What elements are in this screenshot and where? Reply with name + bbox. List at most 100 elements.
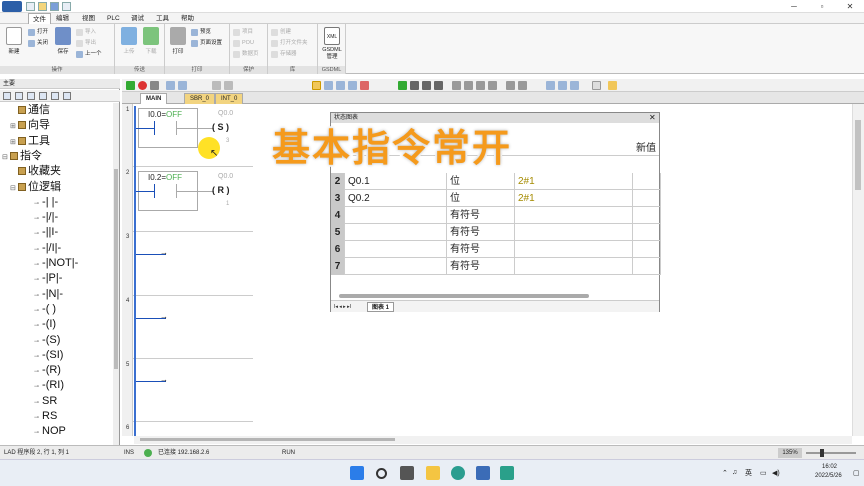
status-table-hscrollbar[interactable] bbox=[339, 294, 589, 298]
maximize-button[interactable]: ▫ bbox=[808, 0, 836, 13]
branch-icon-4[interactable] bbox=[488, 81, 497, 90]
write-icon[interactable] bbox=[348, 81, 357, 90]
save-quick-icon[interactable] bbox=[50, 2, 59, 11]
tree-item[interactable]: ⊸ SR bbox=[26, 394, 57, 409]
tree-item[interactable]: 收藏夹 bbox=[10, 164, 61, 179]
step7-app-icon[interactable] bbox=[476, 466, 490, 480]
tab-main[interactable]: MAIN bbox=[140, 93, 168, 104]
clock-date[interactable]: 2022/5/26 bbox=[815, 473, 842, 479]
download-button[interactable]: 下载 bbox=[140, 27, 162, 55]
tree-expander-icon[interactable]: ⊞ bbox=[10, 135, 18, 150]
tree-item[interactable]: ⊸ -( ) bbox=[26, 302, 56, 317]
download-toolbar-icon[interactable] bbox=[178, 81, 187, 90]
new-quick-icon[interactable] bbox=[26, 2, 35, 11]
sheet-tab-chart1[interactable]: 图表 1 bbox=[367, 302, 395, 312]
new-button[interactable]: 新建 bbox=[3, 27, 25, 55]
new-value-cell[interactable] bbox=[633, 224, 661, 241]
tree-tool-icon-1[interactable] bbox=[3, 92, 11, 100]
insert-icon[interactable] bbox=[212, 81, 221, 90]
tree-tool-icon-3[interactable] bbox=[27, 92, 35, 100]
tree-item[interactable]: ⊸ -(SI) bbox=[26, 348, 63, 363]
tree-item[interactable]: ⊸ -(RI) bbox=[26, 378, 64, 393]
tray-chevron-icon[interactable]: ⌃ bbox=[722, 469, 728, 477]
tree-expander-icon[interactable]: ⊟ bbox=[10, 181, 18, 196]
box-insert-icon[interactable] bbox=[434, 81, 443, 90]
protect-datapage-button[interactable]: 数据页 bbox=[233, 50, 259, 59]
tree-item[interactable]: ⊸ -|P|- bbox=[26, 271, 62, 286]
new-value-cell[interactable] bbox=[633, 173, 661, 190]
network2-coil[interactable]: ( R ) bbox=[212, 185, 230, 195]
compile-icon[interactable] bbox=[150, 81, 159, 90]
menu-view[interactable]: 视图 bbox=[78, 13, 99, 24]
table-row[interactable]: 2 Q0.1 位 2#1 bbox=[331, 173, 661, 190]
tree-expander-icon[interactable]: ⊟ bbox=[2, 150, 10, 165]
branch-icon-2[interactable] bbox=[464, 81, 473, 90]
tree-tool-icon-2[interactable] bbox=[15, 92, 23, 100]
calculator-icon[interactable] bbox=[500, 466, 514, 480]
new-value-cell[interactable] bbox=[633, 241, 661, 258]
print-button[interactable]: 打印 bbox=[167, 27, 189, 55]
app-logo-icon[interactable] bbox=[2, 1, 22, 12]
clock-time[interactable]: 16:02 bbox=[822, 464, 837, 470]
page-setup-button[interactable]: 页面设置 bbox=[191, 39, 222, 48]
upload-button[interactable]: 上传 bbox=[118, 27, 140, 55]
tree-item[interactable]: ⊸ -|NOT|- bbox=[26, 256, 78, 271]
export-button[interactable]: 导出 bbox=[76, 39, 96, 48]
comment-icon[interactable] bbox=[570, 81, 579, 90]
tree-item[interactable]: ⊸ -||I- bbox=[26, 225, 58, 240]
bookmark-icon[interactable] bbox=[608, 81, 617, 90]
tree-item[interactable]: ⊸ -|/I|- bbox=[26, 241, 61, 256]
menu-file[interactable]: 文件 bbox=[28, 13, 51, 24]
delete-icon[interactable] bbox=[224, 81, 233, 90]
editor-hscroll-thumb[interactable] bbox=[140, 438, 395, 441]
tree-item[interactable]: ⊟ 位逻辑 bbox=[10, 180, 61, 195]
tree-item[interactable]: ⊞ 工具 bbox=[10, 134, 50, 149]
zoom-slider[interactable] bbox=[806, 452, 856, 454]
library-create-button[interactable]: 创建 bbox=[271, 28, 291, 37]
zoom-slider-thumb[interactable] bbox=[820, 449, 824, 457]
tree-item[interactable]: ⊸ NOP bbox=[26, 424, 66, 439]
go-icon[interactable] bbox=[398, 81, 407, 90]
symbol-icon[interactable] bbox=[558, 81, 567, 90]
close-icon[interactable]: ✕ bbox=[649, 113, 656, 123]
tree-scroll-thumb[interactable] bbox=[114, 169, 118, 369]
file-explorer-icon[interactable] bbox=[426, 466, 440, 480]
table-row[interactable]: 7 有符号 bbox=[331, 258, 661, 275]
open-button[interactable]: 打开 bbox=[28, 28, 48, 37]
edge-browser-icon[interactable] bbox=[451, 466, 465, 480]
stop-icon[interactable] bbox=[138, 81, 147, 90]
close-window-button[interactable]: ✕ bbox=[836, 0, 864, 13]
new-value-cell[interactable] bbox=[633, 190, 661, 207]
input-language[interactable]: 英 bbox=[745, 468, 752, 478]
pause-monitor-icon[interactable] bbox=[324, 81, 333, 90]
start-menu-icon[interactable] bbox=[350, 466, 364, 480]
line-icon-2[interactable] bbox=[518, 81, 527, 90]
tree-item[interactable]: ⊸ RS bbox=[26, 409, 57, 424]
sheet-nav-buttons[interactable]: I◂ ◂ ▸ ▸I bbox=[334, 302, 351, 312]
tree-item[interactable]: ⊸ -|/|- bbox=[26, 210, 58, 225]
zoom-level[interactable]: 135% bbox=[778, 448, 802, 458]
library-open-folder-button[interactable]: 打开文件夹 bbox=[271, 39, 308, 48]
tree-item[interactable]: ⊸ -(S) bbox=[26, 333, 60, 348]
tree-item[interactable]: ⊞ 向导 bbox=[10, 118, 50, 133]
monitor-status-icon[interactable] bbox=[312, 81, 321, 90]
tree-item[interactable]: 通信 bbox=[10, 103, 50, 118]
tree-tool-icon-6[interactable] bbox=[63, 92, 71, 100]
task-view-icon[interactable] bbox=[400, 466, 414, 480]
menu-debug[interactable]: 调试 bbox=[127, 13, 148, 24]
coil-insert-icon[interactable] bbox=[422, 81, 431, 90]
tree-expander-icon[interactable]: ⊞ bbox=[10, 119, 18, 134]
network1-coil[interactable]: ( S ) bbox=[212, 122, 229, 132]
new-value-cell[interactable] bbox=[633, 207, 661, 224]
contact-insert-icon[interactable] bbox=[410, 81, 419, 90]
branch-icon-1[interactable] bbox=[452, 81, 461, 90]
branch-icon-3[interactable] bbox=[476, 81, 485, 90]
tree-item[interactable]: ⊸ -| |- bbox=[26, 195, 58, 210]
open-quick-icon[interactable] bbox=[38, 2, 47, 11]
import-button[interactable]: 导入 bbox=[76, 28, 96, 37]
gsdml-manage-button[interactable]: XML GSDML 管理 bbox=[321, 27, 343, 61]
table-row[interactable]: 6 有符号 bbox=[331, 241, 661, 258]
notification-icon[interactable]: ▢ bbox=[853, 469, 860, 477]
grid-icon[interactable] bbox=[546, 81, 555, 90]
line-icon-1[interactable] bbox=[506, 81, 515, 90]
